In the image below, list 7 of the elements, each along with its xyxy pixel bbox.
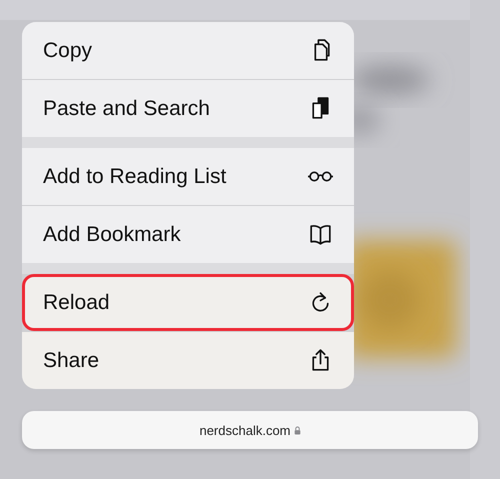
- menu-item[interactable]: Reload: [22, 274, 354, 331]
- menu-item[interactable]: Share: [22, 332, 354, 389]
- menu-item[interactable]: Paste and Search: [22, 80, 354, 137]
- menu-item[interactable]: Add to Reading List: [22, 148, 354, 205]
- address-bar[interactable]: nerdschalk.com: [22, 411, 478, 449]
- menu-item[interactable]: Copy: [22, 22, 354, 79]
- menu-item[interactable]: Add Bookmark: [22, 206, 354, 263]
